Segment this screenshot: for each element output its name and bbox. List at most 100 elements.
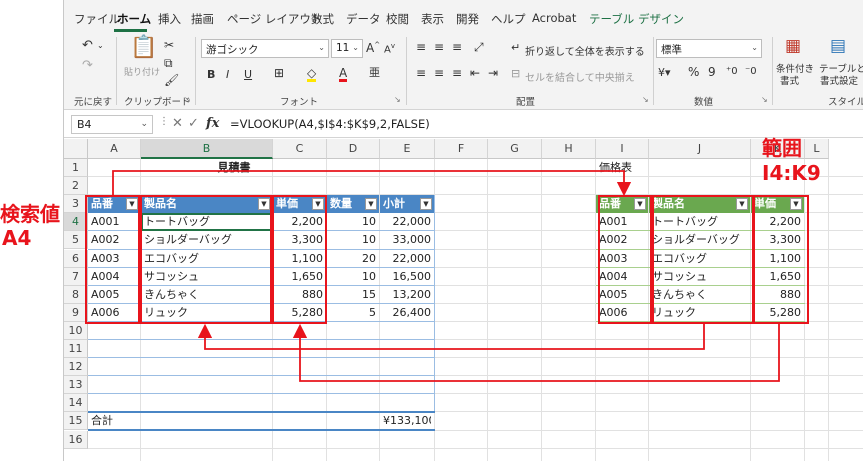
row-header-10[interactable]: 10	[64, 321, 88, 340]
row-header-15[interactable]: 15	[64, 412, 88, 431]
column-header-d[interactable]: D	[327, 139, 380, 159]
italic-icon[interactable]: I	[226, 69, 229, 80]
fill-color-icon[interactable]: ◇	[307, 67, 317, 82]
tab-review[interactable]: 校閲	[386, 11, 409, 27]
column-header-c[interactable]: C	[273, 139, 327, 159]
column-header-h[interactable]: H	[542, 139, 596, 159]
comma-icon[interactable]: 9	[708, 66, 716, 78]
estimate-cell[interactable]: 26,400	[383, 304, 432, 322]
column-header-j[interactable]: J	[649, 139, 751, 159]
filter-dropdown-icon[interactable]: ▼	[365, 198, 377, 211]
filter-dropdown-icon[interactable]: ▼	[420, 198, 432, 211]
wrap-text-button[interactable]: 折り返して全体を表示する	[525, 43, 645, 58]
copy-icon[interactable]: ⧉	[164, 57, 173, 69]
merge-center-button[interactable]: セルを結合して中央揃え	[525, 69, 635, 84]
cancel-icon[interactable]: ✕	[172, 116, 183, 131]
paste-label[interactable]: 貼り付け	[124, 65, 160, 78]
estimate-cell[interactable]: 10	[330, 268, 376, 286]
merge-icon[interactable]: ⊟	[511, 68, 520, 79]
increase-font-icon[interactable]: A^	[366, 42, 380, 55]
font-launcher-icon[interactable]: ↘	[394, 95, 401, 104]
undo-icon[interactable]: ↶	[82, 39, 93, 52]
tab-data[interactable]: データ	[346, 11, 381, 27]
estimate-cell[interactable]: 13,200	[383, 286, 432, 304]
tab-developer[interactable]: 開発	[456, 11, 479, 27]
conditional-format-icon[interactable]: ▦	[785, 38, 801, 55]
decrease-font-icon[interactable]: Av	[384, 43, 395, 55]
cut-icon[interactable]: ✂	[164, 39, 174, 51]
formula-text[interactable]: =VLOOKUP(A4,$I$4:$K$9,2,FALSE)	[230, 117, 430, 131]
decrease-decimal-icon[interactable]: ⁻0	[745, 67, 757, 77]
column-header-l[interactable]: L	[805, 139, 829, 159]
column-header-i[interactable]: I	[596, 139, 649, 159]
underline-icon[interactable]: U	[244, 69, 252, 80]
percent-icon[interactable]: %	[688, 66, 699, 78]
estimate-title[interactable]: 見積書	[141, 159, 327, 177]
format-as-table-icon[interactable]: ▤	[830, 38, 846, 55]
clipboard-launcher-icon[interactable]: ↘	[184, 95, 191, 104]
number-format-select[interactable]: 標準 ⌄	[656, 39, 762, 58]
estimate-cell[interactable]: 10	[330, 213, 376, 231]
price-table-title[interactable]: 価格表	[599, 159, 645, 177]
name-box[interactable]: B4 ⌄	[71, 115, 153, 134]
row-header-1[interactable]: 1	[64, 159, 88, 178]
indent-decrease-icon[interactable]: ⇤	[470, 67, 480, 79]
font-color-icon[interactable]: A	[339, 67, 348, 82]
tab-draw[interactable]: 描画	[191, 11, 214, 27]
estimate-cell[interactable]: 22,000	[383, 213, 432, 231]
column-header-b[interactable]: B	[141, 139, 273, 159]
column-header-f[interactable]: F	[435, 139, 488, 159]
indent-increase-icon[interactable]: ⇥	[488, 67, 498, 79]
tab-formulas[interactable]: 数式	[311, 11, 334, 27]
orientation-icon[interactable]: ⤢	[474, 41, 484, 53]
row-header-2[interactable]: 2	[64, 177, 88, 196]
estimate-cell[interactable]: 16,500	[383, 268, 432, 286]
row-header-11[interactable]: 11	[64, 340, 88, 359]
align-top-icon[interactable]: ≡	[416, 41, 426, 53]
tab-insert[interactable]: 挿入	[158, 11, 181, 27]
font-size-select[interactable]: 11 ⌄	[331, 39, 363, 58]
paste-icon[interactable]: 📋	[130, 37, 157, 59]
align-left-icon[interactable]: ≡	[416, 67, 426, 79]
bold-icon[interactable]: B	[207, 69, 215, 80]
alignment-launcher-icon[interactable]: ↘	[642, 95, 649, 104]
dropdown-icon[interactable]: ⌄	[97, 42, 104, 50]
align-right-icon[interactable]: ≡	[452, 67, 462, 79]
estimate-cell[interactable]: 22,000	[383, 250, 432, 268]
row-header-14[interactable]: 14	[64, 394, 88, 413]
redo-icon[interactable]: ↷	[82, 59, 93, 72]
estimate-cell[interactable]: 20	[330, 250, 376, 268]
column-header-g[interactable]: G	[488, 139, 542, 159]
wrap-text-icon[interactable]: ↵	[511, 42, 520, 53]
estimate-header-cell[interactable]: 小計 ▼	[380, 195, 434, 214]
tab-help[interactable]: ヘルプ	[491, 11, 526, 27]
border-icon[interactable]: ⊞	[274, 67, 284, 79]
conditional-format-button-line2[interactable]: 書式	[780, 73, 799, 87]
estimate-cell[interactable]: 5	[330, 304, 376, 322]
tab-home[interactable]: ホーム	[117, 11, 151, 27]
tab-table-design[interactable]: テーブル デザイン	[589, 11, 684, 27]
estimate-cell[interactable]: 33,000	[383, 231, 432, 249]
estimate-header-cell[interactable]: 数量 ▼	[327, 195, 379, 214]
estimate-cell[interactable]: 15	[330, 286, 376, 304]
phonetic-icon[interactable]: 亜	[369, 67, 380, 78]
row-header-16[interactable]: 16	[64, 430, 88, 449]
tab-acrobat[interactable]: Acrobat	[532, 11, 576, 25]
estimate-cell[interactable]: 10	[330, 231, 376, 249]
align-middle-icon[interactable]: ≡	[434, 41, 444, 53]
tab-view[interactable]: 表示	[421, 11, 444, 27]
align-bottom-icon[interactable]: ≡	[452, 41, 462, 53]
tab-page-layout[interactable]: ページ レイアウト	[227, 11, 322, 27]
column-header-a[interactable]: A	[88, 139, 141, 159]
currency-icon[interactable]: ¥▾	[658, 67, 671, 78]
insert-function-icon[interactable]: fx	[206, 116, 219, 131]
format-painter-icon[interactable]: 🖌	[164, 74, 179, 86]
tab-file[interactable]: ファイル	[74, 11, 120, 27]
number-launcher-icon[interactable]: ↘	[761, 95, 768, 104]
align-center-icon[interactable]: ≡	[434, 67, 444, 79]
enter-icon[interactable]: ✓	[188, 116, 199, 131]
select-all-corner[interactable]	[64, 139, 88, 159]
font-name-select[interactable]: 游ゴシック ⌄	[201, 39, 329, 58]
row-header-13[interactable]: 13	[64, 376, 88, 395]
increase-decimal-icon[interactable]: ⁺0	[726, 67, 738, 77]
